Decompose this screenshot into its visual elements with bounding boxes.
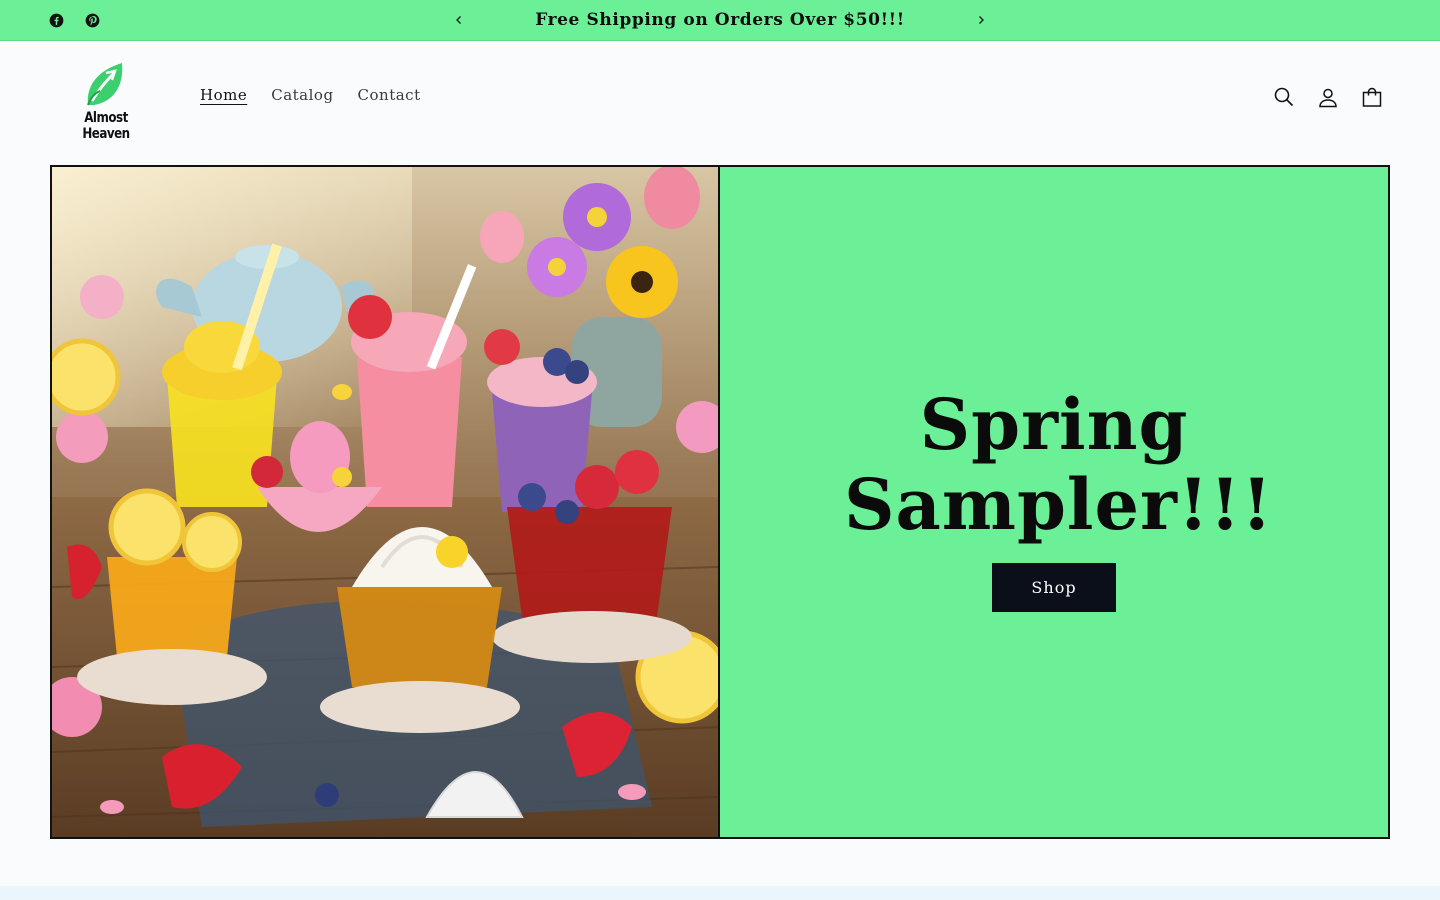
logo-text: Almost Heaven	[82, 110, 130, 142]
account-icon[interactable]	[1316, 85, 1340, 109]
chevron-left-icon[interactable]	[449, 10, 469, 30]
logo[interactable]: Almost Heaven	[58, 61, 154, 142]
facebook-icon[interactable]	[47, 11, 65, 29]
leaf-logo-icon	[87, 63, 123, 106]
main-nav: Home Catalog Contact	[200, 86, 421, 104]
nav-catalog[interactable]: Catalog	[271, 86, 333, 104]
hero-heading: Spring Sampler!!!	[720, 385, 1388, 545]
nav-home[interactable]: Home	[200, 86, 247, 104]
announcement-text: Free Shipping on Orders Over $50!!!	[535, 10, 905, 30]
search-icon[interactable]	[1272, 85, 1296, 109]
hero-content-panel: Spring Sampler!!! Shop	[720, 167, 1388, 837]
hero-heading-text: Spring Sampler!!!	[844, 383, 1274, 546]
site-header: Almost Heaven Home Catalog Contact	[0, 41, 1440, 153]
hero-banner: Spring Sampler!!! Shop	[50, 165, 1390, 839]
pinterest-icon[interactable]	[83, 11, 101, 29]
cart-icon[interactable]	[1360, 85, 1384, 109]
announcement-bar: Free Shipping on Orders Over $50!!!	[0, 0, 1440, 41]
chevron-right-icon[interactable]	[971, 10, 991, 30]
shop-button[interactable]: Shop	[992, 563, 1116, 612]
hero-image	[52, 167, 720, 837]
next-section-strip	[0, 886, 1440, 900]
nav-contact[interactable]: Contact	[358, 86, 421, 104]
